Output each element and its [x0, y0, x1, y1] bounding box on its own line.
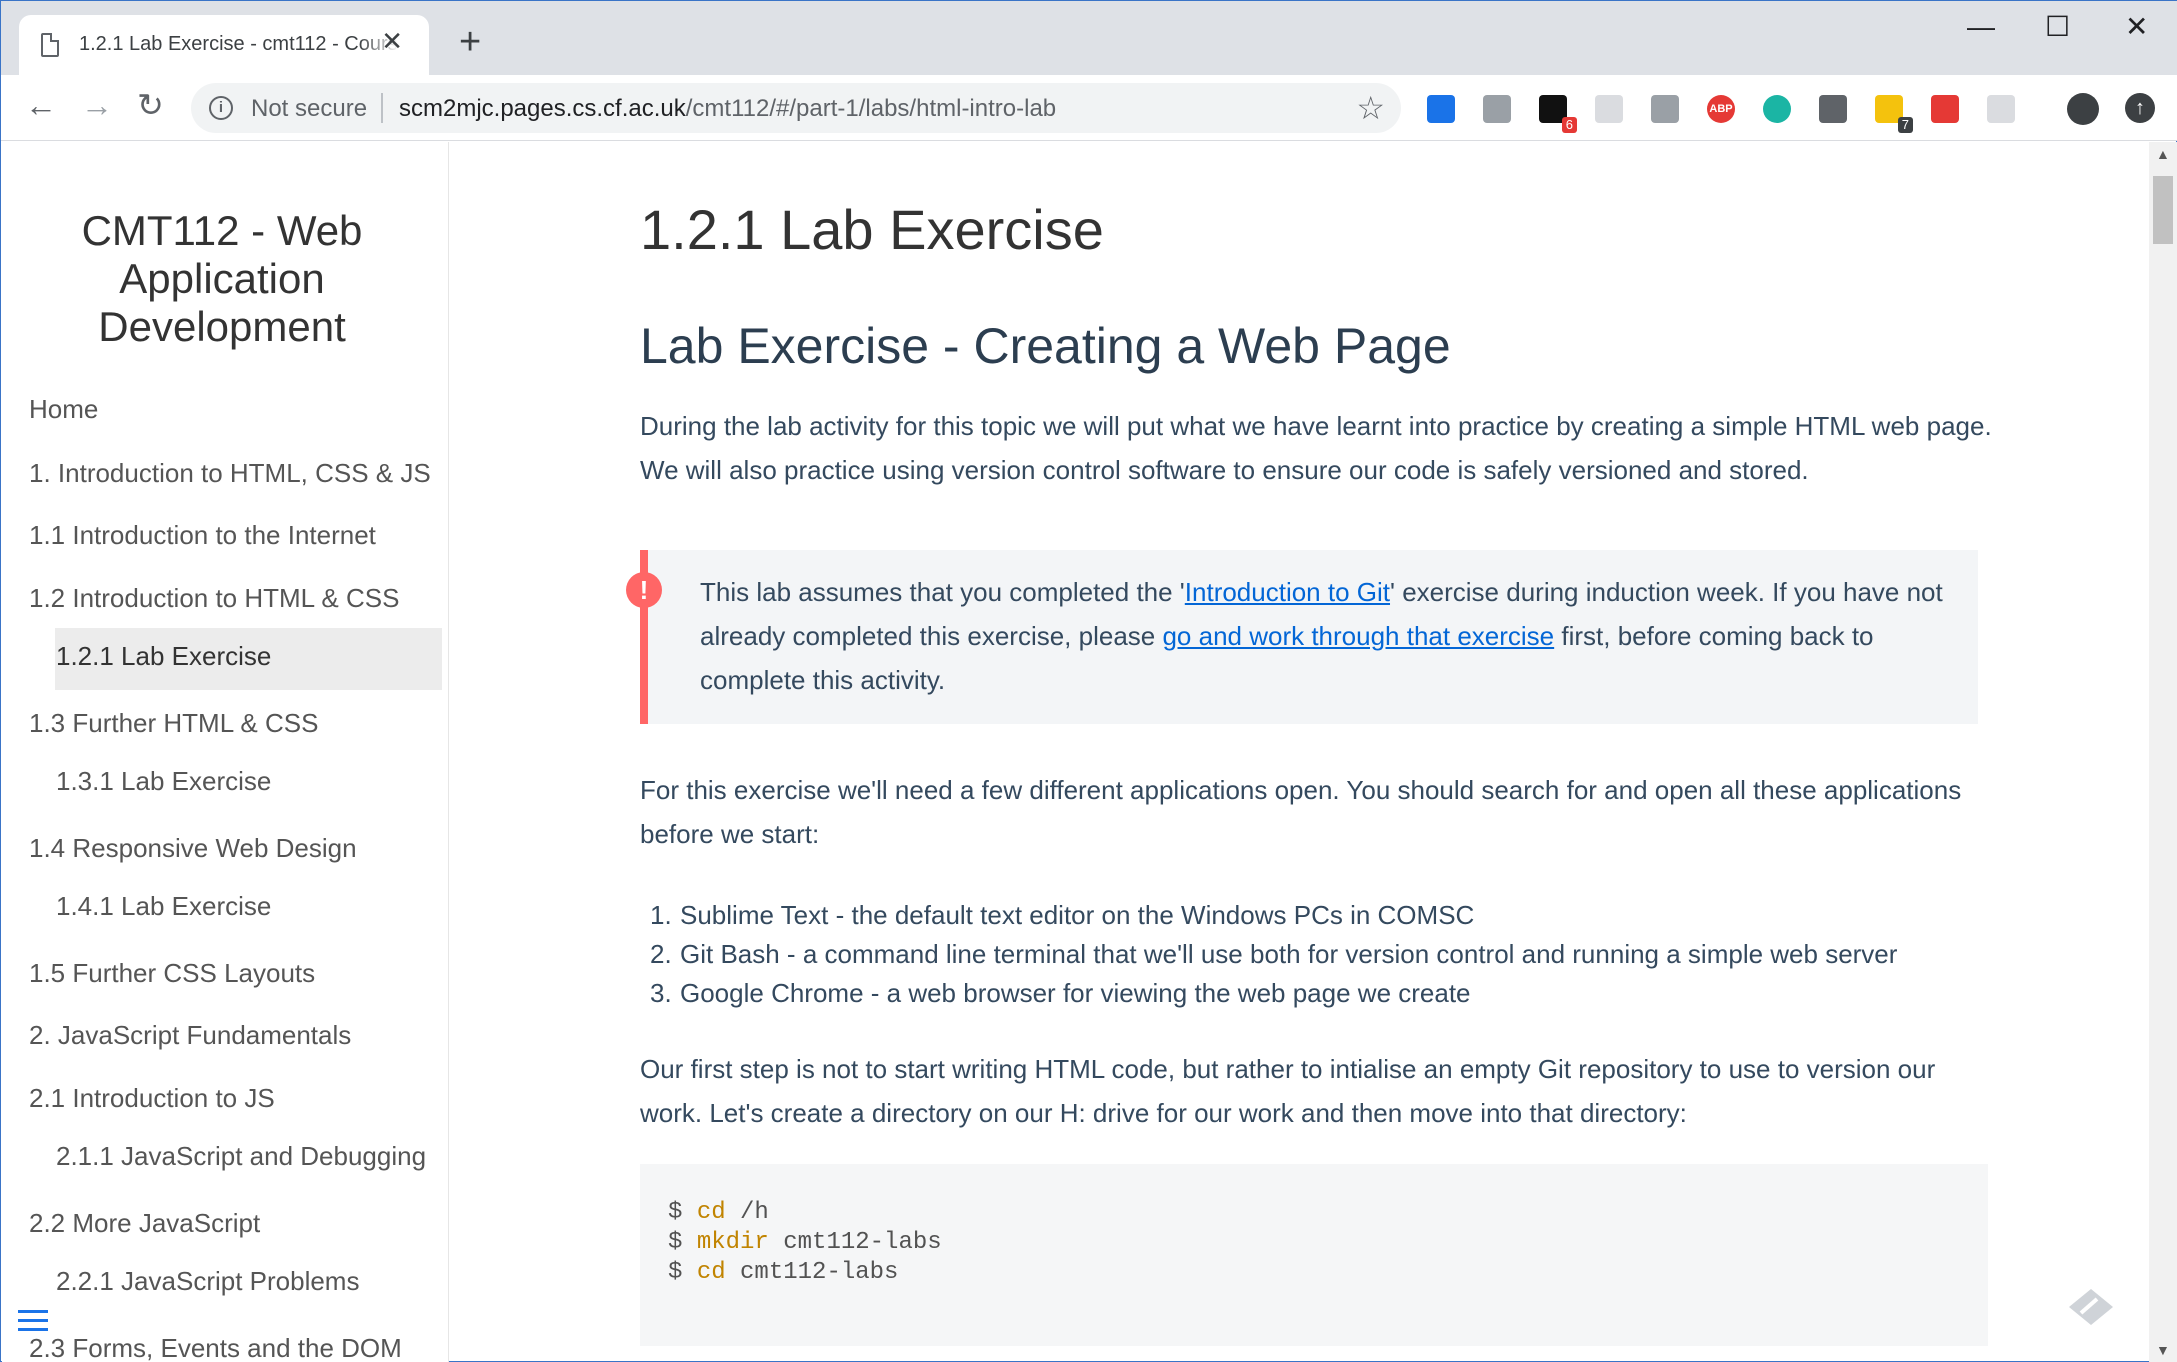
sidebar-item[interactable]: 2.1 Introduction to JS [29, 1083, 275, 1114]
sidebar-item[interactable]: Home [29, 394, 98, 425]
document-icon[interactable] [1651, 95, 1679, 123]
reader-icon[interactable]: 7 [1875, 95, 1913, 133]
browser-window: 1.2.1 Lab Exercise - cmt112 - Course ✕ +… [0, 0, 2177, 1362]
ghost-icon[interactable] [1595, 95, 1623, 123]
code-line: $ cd /h [668, 1199, 769, 1226]
work-through-exercise-link[interactable]: go and work through that exercise [1162, 621, 1554, 651]
security-label[interactable]: Not secure [251, 95, 367, 123]
warning-callout: ! This lab assumes that you completed th… [626, 550, 1978, 724]
url-host: scm2mjc.pages.cs.cf.ac.uk [399, 95, 686, 122]
list-item-text: Google Chrome - a web browser for viewin… [680, 978, 1471, 1008]
apps-list: 1. Sublime Text - the default text editor… [640, 896, 1897, 1013]
mail-icon[interactable] [1819, 95, 1847, 123]
back-button[interactable]: ← [25, 89, 57, 121]
vertical-scrollbar[interactable]: ▲ ▼ [2149, 142, 2177, 1362]
section-title: Lab Exercise - Creating a Web Page [640, 318, 1451, 374]
medical-cross-icon[interactable] [1931, 95, 1959, 123]
list-item-text: Sublime Text - the default text editor o… [680, 900, 1475, 930]
profile-avatar[interactable] [2067, 93, 2099, 125]
edit-page-icon[interactable] [2067, 1287, 2115, 1327]
list-item: 2. Git Bash - a command line terminal tha… [640, 935, 1897, 974]
sidebar-item[interactable]: 1.4.1 Lab Exercise [56, 891, 271, 922]
code-line: $ mkdir cmt112-labs [668, 1229, 942, 1256]
url-path: /cmt112/#/part-1/labs/html-intro-lab [685, 95, 1057, 122]
sidebar-item[interactable]: 2. JavaScript Fundamentals [29, 1020, 351, 1051]
extension-badge: 6 [1561, 117, 1577, 133]
list-item-text: Git Bash - a command line terminal that … [680, 939, 1898, 969]
list-item: 1. Sublime Text - the default text editor… [640, 896, 1897, 935]
mercury-icon[interactable] [1763, 95, 1791, 123]
close-window-button[interactable]: ✕ [2125, 13, 2148, 41]
info-icon[interactable]: i [209, 96, 233, 120]
intro-paragraph: During the lab activity for this topic w… [640, 411, 1992, 485]
callout-text: This lab assumes that you completed the … [700, 577, 1943, 695]
extension-badge: 7 [1897, 117, 1913, 133]
sidebar-item[interactable]: 2.2 More JavaScript [29, 1208, 260, 1239]
step-intro-paragraph: Our first step is not to start writing H… [640, 1054, 1936, 1128]
address-separator [381, 93, 383, 123]
sidebar-item[interactable]: 1.2 Introduction to HTML & CSS [29, 583, 399, 614]
maximize-button[interactable]: ☐ [2045, 13, 2070, 41]
tab-strip: 1.2.1 Lab Exercise - cmt112 - Course ✕ +… [1, 1, 2177, 75]
scroll-up-icon[interactable]: ▲ [2156, 146, 2170, 162]
update-arrow-icon[interactable]: ↑ [2125, 93, 2155, 123]
browser-toolbar: ← → ↻ i Not secure scm2mjc.pages.cs.cf.a… [1, 75, 2177, 141]
forward-button[interactable]: → [81, 89, 113, 121]
list-item-number: 1. [650, 900, 672, 930]
cast-icon[interactable] [1987, 95, 2015, 123]
graduation-cap-icon[interactable] [1427, 95, 1455, 123]
code-line: $ cd cmt112-labs [668, 1259, 899, 1286]
reload-button[interactable]: ↻ [137, 89, 164, 121]
list-item-number: 3. [650, 978, 672, 1008]
new-tab-button[interactable]: + [459, 23, 481, 61]
browser-tab[interactable]: 1.2.1 Lab Exercise - cmt112 - Course ✕ [19, 15, 429, 75]
minimize-button[interactable]: — [1967, 13, 1995, 41]
book-title: CMT112 - Web Application Development [81, 207, 363, 350]
scroll-down-icon[interactable]: ▼ [2156, 1342, 2170, 1358]
amazon-icon[interactable]: 6 [1539, 95, 1577, 133]
list-item-number: 2. [650, 939, 672, 969]
intro-to-git-link[interactable]: Introduction to Git [1185, 577, 1390, 607]
address-bar[interactable]: i Not secure scm2mjc.pages.cs.cf.ac.uk/c… [191, 83, 1401, 133]
scrollbar-thumb[interactable] [2153, 176, 2173, 244]
sidebar-item[interactable]: 1.5 Further CSS Layouts [29, 958, 315, 989]
sidebar: CMT112 - Web Application Development Hom… [2, 142, 449, 1362]
cloud-icon[interactable] [1483, 95, 1511, 123]
url-text[interactable]: scm2mjc.pages.cs.cf.ac.uk/cmt112/#/part-… [399, 95, 1056, 123]
sidebar-item[interactable]: 1.2.1 Lab Exercise [56, 641, 271, 672]
sidebar-item[interactable]: 2.1.1 JavaScript and Debugging [56, 1141, 426, 1172]
sidebar-item[interactable]: 1. Introduction to HTML, CSS & JS [29, 458, 431, 489]
sidebar-item[interactable]: 2.2.1 JavaScript Problems [56, 1266, 359, 1297]
page-title: 1.2.1 Lab Exercise [640, 198, 1104, 261]
page-favicon-icon [41, 33, 59, 57]
apps-intro-paragraph: For this exercise we'll need a few diffe… [640, 775, 1962, 849]
sidebar-item[interactable]: 1.1 Introduction to the Internet [29, 520, 376, 551]
code-block: $ cd /h $ mkdir cmt112-labs $ cd cmt112-la… [640, 1164, 1988, 1346]
hamburger-menu-icon[interactable] [18, 1310, 48, 1336]
tab-title: 1.2.1 Lab Exercise - cmt112 - Course [79, 33, 399, 56]
adblock-icon[interactable]: ABP [1707, 95, 1735, 123]
list-item: 3. Google Chrome - a web browser for view… [640, 974, 1897, 1013]
main-content: 1.2.1 Lab Exercise Lab Exercise - Creati… [450, 142, 2150, 1362]
sidebar-item[interactable]: 1.3.1 Lab Exercise [56, 766, 271, 797]
sidebar-item[interactable]: 1.3 Further HTML & CSS [29, 708, 318, 739]
bookmark-star-icon[interactable]: ☆ [1356, 89, 1385, 127]
sidebar-item[interactable]: 2.3 Forms, Events and the DOM [29, 1333, 402, 1362]
close-tab-icon[interactable]: ✕ [381, 28, 403, 54]
warning-icon: ! [626, 572, 662, 608]
sidebar-item[interactable]: 1.4 Responsive Web Design [29, 833, 357, 864]
